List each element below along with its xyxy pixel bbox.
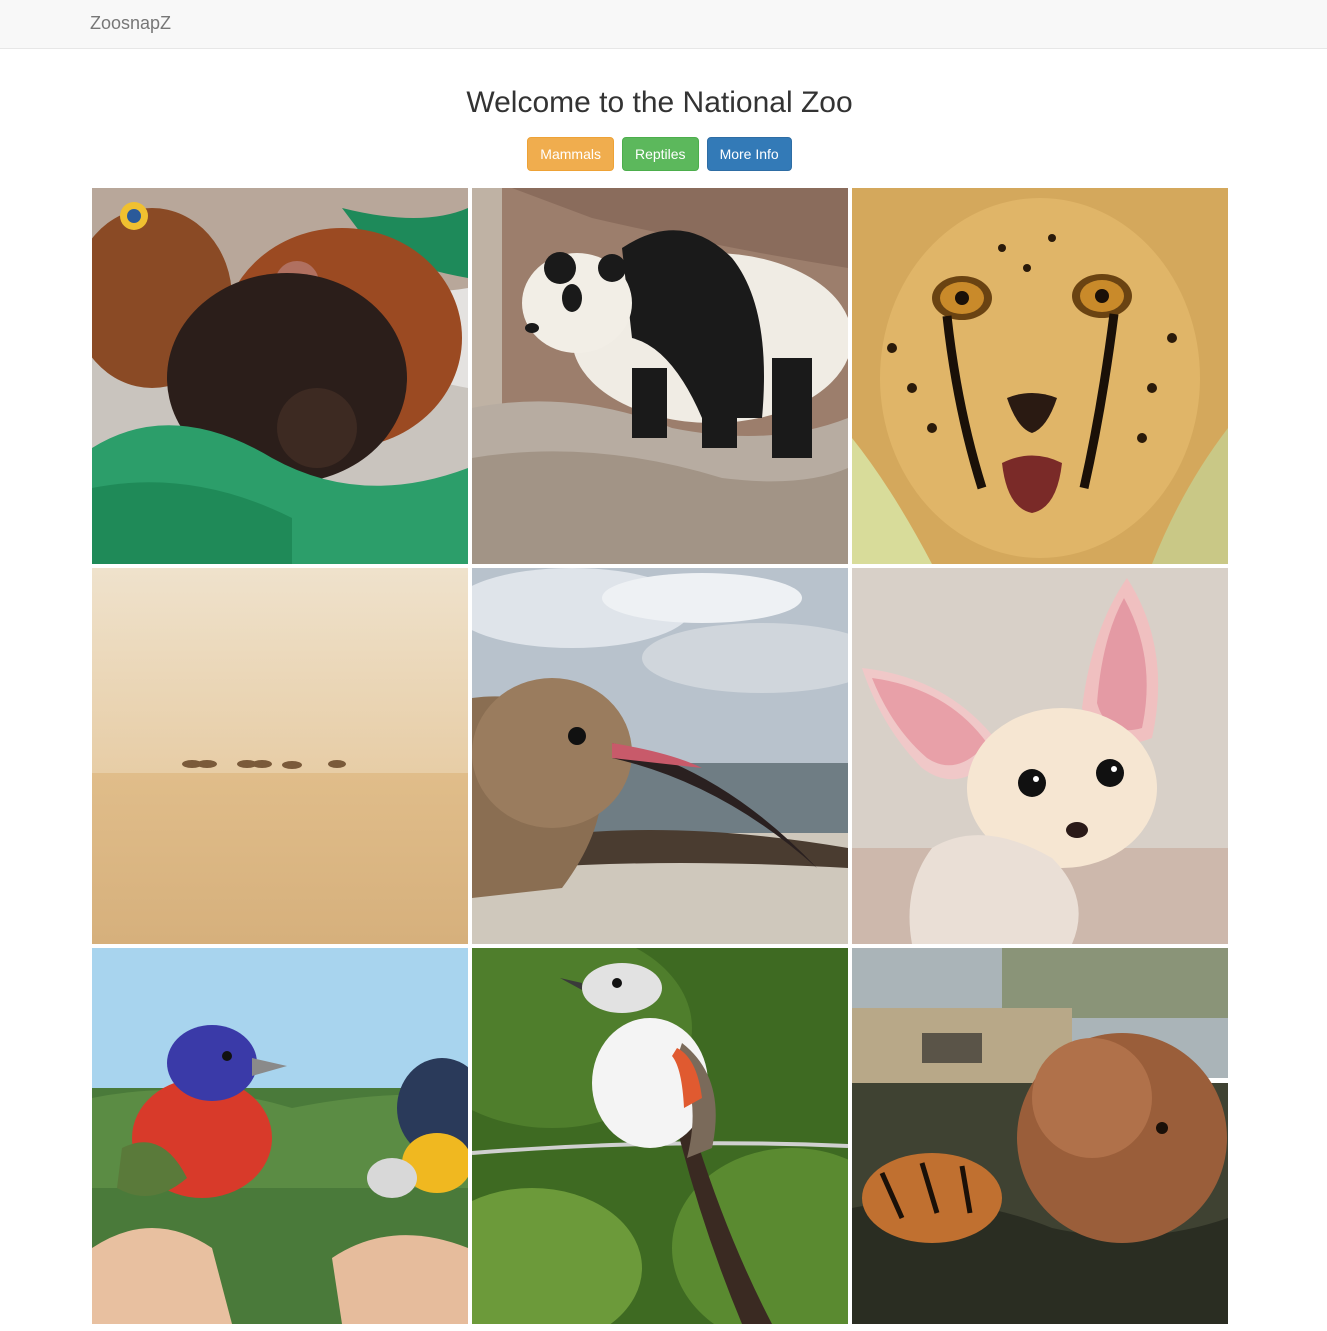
photo-red-panda[interactable]: [92, 188, 468, 564]
photo-gallery: [92, 188, 1228, 1331]
reptiles-button[interactable]: Reptiles: [621, 137, 699, 171]
photo-giant-panda[interactable]: [472, 188, 848, 564]
photo-flycatcher[interactable]: [472, 948, 848, 1324]
brand-link[interactable]: ZoosnapZ: [90, 13, 171, 34]
category-buttons: Mammals Reptiles More Info: [0, 137, 1319, 171]
more-info-button[interactable]: More Info: [706, 137, 792, 171]
photo-cheetah[interactable]: [852, 188, 1228, 564]
photo-antelope-desert[interactable]: [92, 568, 468, 944]
photo-curlew[interactable]: [472, 568, 848, 944]
mammals-button[interactable]: Mammals: [527, 137, 614, 171]
navbar: ZoosnapZ: [0, 0, 1327, 49]
photo-tiger-ball[interactable]: [852, 948, 1228, 1324]
page-title: Welcome to the National Zoo: [466, 86, 853, 119]
photo-painted-buntings[interactable]: [92, 948, 468, 1324]
photo-fennec-fox[interactable]: [852, 568, 1228, 944]
